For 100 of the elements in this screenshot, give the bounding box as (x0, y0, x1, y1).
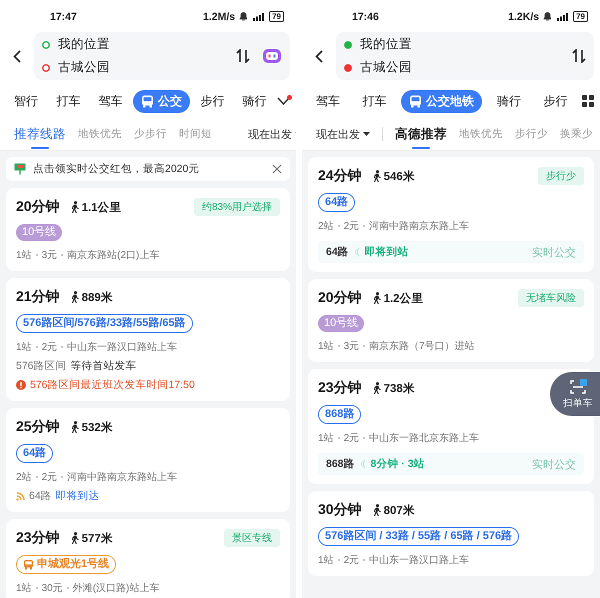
travel-mode-tab[interactable]: 步行 (192, 90, 232, 112)
start-location: 我的位置 (360, 36, 412, 53)
trip-info: 1站 (318, 340, 334, 353)
duration: 24分钟 (318, 167, 362, 185)
signal-icon (251, 12, 266, 21)
route-card[interactable]: 24分钟 546米 步行少 64路 2站 2元 河南中路南京东路上车 64路 即将到站 实时公交 (308, 157, 594, 272)
route-card[interactable]: 20分钟 1.1公里 约83%用户选择 10号线 1站 3元 南京东路站(2口)上车 (6, 188, 290, 271)
walking-person-icon (70, 421, 79, 433)
travel-mode-tab[interactable]: 驾车 (308, 90, 348, 112)
clock-time: 17:47 (50, 10, 77, 22)
departure-time-dropdown[interactable]: 现在出发 (316, 126, 370, 142)
back-icon[interactable] (13, 50, 21, 62)
travel-mode-tab[interactable]: 公交 (132, 90, 190, 112)
walking-person-icon (70, 201, 79, 213)
walk-distance: 546米 (384, 169, 415, 184)
signal-icon (360, 459, 366, 469)
route-tag: 无堵车风险 (518, 289, 584, 307)
route-tag: 步行少 (538, 167, 584, 185)
sort-tab[interactable]: 高德推荐 (395, 120, 447, 148)
battery-level: 79 (573, 11, 588, 22)
line-name: 576路区间 (16, 359, 67, 373)
walk-distance: 1.1公里 (82, 200, 122, 214)
route-tag: 约83%用户选择 (194, 198, 280, 216)
signal-icon (555, 12, 570, 21)
robot-icon[interactable] (262, 48, 282, 64)
walking-person-icon (70, 291, 79, 303)
duration: 23分钟 (318, 379, 362, 397)
travel-mode-tab[interactable]: 骑行 (488, 90, 529, 112)
route-card[interactable]: 23分钟 577米 景区专线 申城观光1号线 1站 30元 外滩(汉口路)站上车 (6, 519, 290, 598)
trip-info: 河南中路南京东路站上车 (67, 470, 178, 484)
route-card[interactable]: 30分钟 807米 576路区间 / 33路 / 55路 / 65路 / 576路 1站 2元 中山东一路汉口路上车 (308, 491, 594, 576)
trip-info: 30元 (42, 582, 63, 595)
signal-icon (354, 247, 360, 257)
trip-info: 2元 (42, 471, 58, 484)
start-dot-icon (344, 40, 352, 48)
scan-bike-label: 扫单车 (563, 396, 593, 410)
start-dot-icon (42, 40, 50, 48)
route-card[interactable]: 21分钟 889米 576路区间/576路/33路/55路/65路 1站 2元 中山东一路汉口路站上车 576路区间 等待首站发车 576路区间最近班次发车时间17:50 (6, 278, 290, 401)
swap-icon[interactable] (572, 49, 586, 63)
back-icon[interactable] (315, 50, 323, 62)
trip-info: 2元 (42, 341, 58, 354)
trip-info: 1站 (16, 340, 32, 354)
signal-icon (16, 492, 25, 500)
bus-line-chip: 申城观光1号线 (16, 555, 116, 574)
sort-tab[interactable]: 推荐线路 (14, 120, 66, 148)
scan-bike-button[interactable]: 扫单车 (550, 372, 600, 416)
walking-person-icon (70, 532, 79, 544)
duration: 20分钟 (16, 198, 60, 216)
line-name: 64路 (29, 489, 52, 503)
bus-line-chip: 64路 (318, 193, 356, 212)
arrival-status: 8分钟 · 3站 (370, 457, 425, 471)
travel-mode-tab[interactable]: 公交地铁 (401, 90, 482, 112)
walk-distance: 738米 (384, 381, 415, 396)
bus-line-chip: 64路 (16, 444, 54, 463)
travel-mode-tab[interactable]: 打车 (48, 90, 88, 112)
route-card[interactable]: 20分钟 1.2公里 无堵车风险 10号线 1站 3元 南京东路（7号口）进站 (308, 279, 594, 362)
travel-mode-tab[interactable]: 智行 (6, 90, 46, 112)
travel-mode-tab[interactable]: 打车 (354, 90, 395, 112)
trip-info: 1站 (16, 582, 32, 595)
walk-distance: 807米 (384, 503, 415, 518)
duration: 23分钟 (16, 529, 60, 547)
trip-info: 2元 (344, 220, 360, 233)
bus-icon (140, 94, 154, 108)
trip-info: 中山东一路北京东路上车 (369, 432, 480, 445)
metro-line-chip: 10号线 (318, 315, 364, 332)
duration: 20分钟 (318, 289, 362, 307)
battery-level: 79 (269, 11, 284, 22)
route-tag: 景区专线 (224, 529, 280, 547)
duration: 30分钟 (318, 501, 362, 519)
trip-info: 中山东一路汉口路上车 (369, 554, 470, 567)
start-location: 我的位置 (58, 36, 110, 53)
trip-info: 2站 (318, 220, 334, 233)
travel-mode-tab[interactable]: 步行 (535, 90, 576, 112)
trip-info: 1站 (318, 432, 334, 445)
swap-icon[interactable] (236, 49, 250, 63)
bus-line-chip: 868路 (318, 405, 362, 424)
walk-distance: 1.2公里 (384, 292, 424, 306)
chevron-down-icon[interactable] (276, 97, 290, 105)
route-card[interactable]: 25分钟 532米 64路 2站 2元 河南中路南京东路站上车 64路 即将到达 (6, 408, 290, 512)
trip-info: 1站 (16, 248, 32, 262)
trip-info: 3元 (42, 249, 58, 262)
trip-info: 2站 (16, 470, 32, 484)
line-name: 64路 (326, 245, 349, 259)
trip-info: 3元 (344, 340, 360, 353)
departure-time-dropdown[interactable]: 现在出发 (248, 126, 296, 142)
alert-icon (16, 380, 26, 390)
wait-status: 等待首站发车 (70, 359, 137, 373)
trip-info: 中山东一路汉口路站上车 (67, 340, 178, 354)
trip-info: 2元 (344, 432, 360, 445)
close-icon[interactable] (272, 164, 282, 174)
walk-distance: 577米 (82, 531, 113, 546)
duration: 21分钟 (16, 288, 60, 306)
trip-info: 外滩(汉口路)站上车 (72, 582, 160, 595)
bus-line-chip: 576路区间/576路/33路/55路/65路 (16, 314, 193, 333)
travel-mode-tab[interactable]: 骑行 (234, 90, 275, 112)
network-speed: 1.2M/s (202, 10, 236, 22)
travel-mode-tab[interactable]: 驾车 (90, 90, 131, 112)
trip-info: 南京东路（7号口）进站 (369, 340, 475, 353)
grid-icon[interactable] (582, 95, 594, 107)
dropdown-caret-icon (363, 132, 370, 136)
